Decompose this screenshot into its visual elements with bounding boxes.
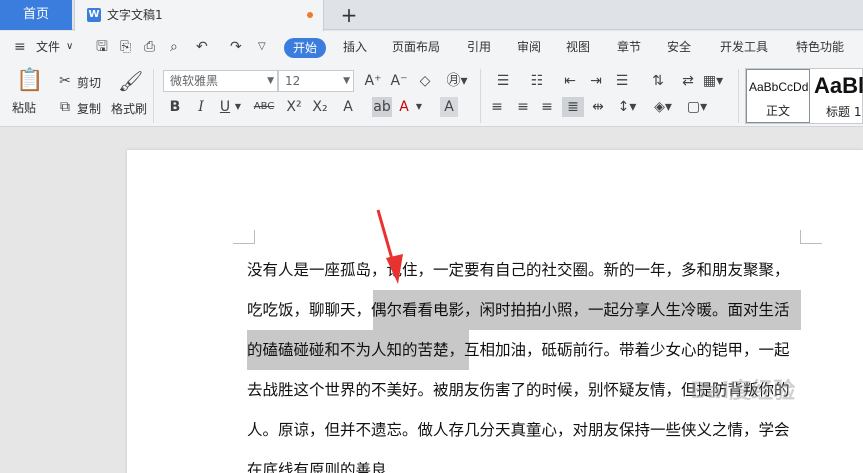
watermark-logo: Bai度经验 xyxy=(690,379,796,404)
